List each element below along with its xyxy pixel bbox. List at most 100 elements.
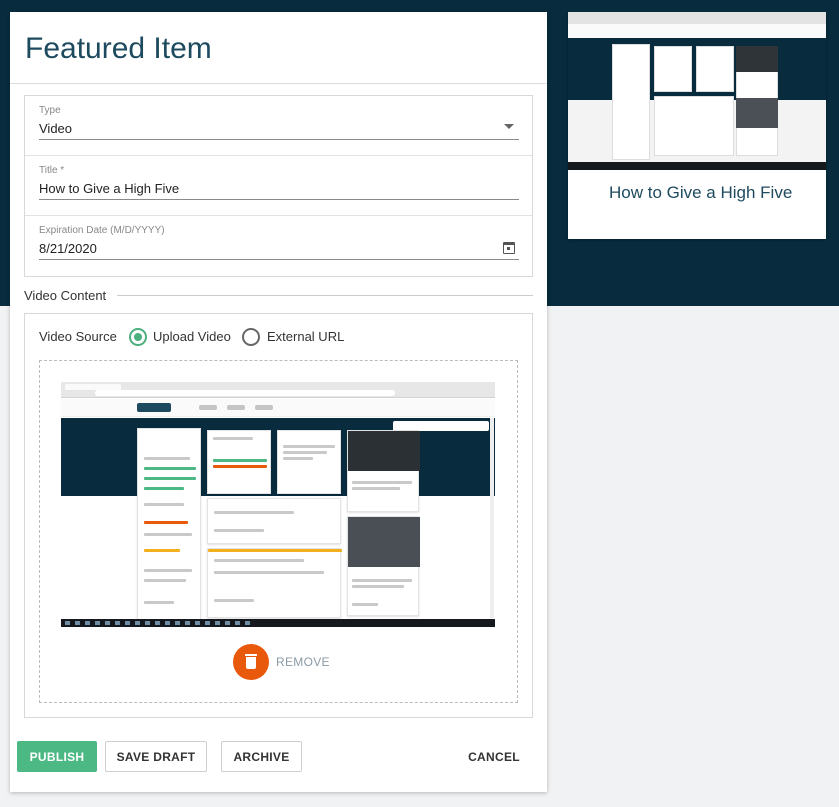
expiration-underline (39, 259, 519, 260)
preview-bar (144, 521, 188, 524)
title-underline (39, 199, 519, 200)
expiration-label: Expiration Date (M/D/YYYY) (39, 225, 165, 236)
video-content-section: Video Source Upload Video External URL R… (24, 313, 533, 718)
preview-taskbar-icon (155, 621, 160, 625)
preview-line (144, 579, 186, 582)
preview-bar (144, 487, 184, 490)
thumbnail-browser-bar (568, 12, 826, 24)
preview-taskbar-icon (245, 621, 250, 625)
type-underline (39, 139, 519, 140)
preview-thumbnail (568, 12, 826, 170)
preview-line (352, 481, 412, 484)
preview-taskbar-icon (105, 621, 110, 625)
thumbnail-card (654, 46, 692, 92)
item-form: Type Video Title * How to Give a High Fi… (24, 95, 533, 277)
preview-line (214, 599, 254, 602)
preview-bar (213, 465, 267, 468)
video-preview (61, 382, 495, 627)
preview-taskbar-icon (85, 621, 90, 625)
video-content-label: Video Content (24, 288, 107, 303)
calendar-icon[interactable] (503, 242, 515, 254)
preview-logo (137, 403, 171, 412)
type-label: Type (39, 105, 61, 116)
dialog-title: Featured Item (25, 32, 212, 65)
external-url-radio[interactable] (242, 328, 260, 346)
preview-photo (348, 431, 420, 471)
save-draft-button[interactable]: SAVE DRAFT (105, 741, 207, 772)
preview-line (214, 571, 324, 574)
preview-line (144, 569, 192, 572)
remove-video-button[interactable] (233, 644, 269, 680)
external-url-label[interactable]: External URL (267, 329, 344, 344)
preview-line (144, 601, 174, 604)
title-label: Title * (39, 165, 65, 176)
preview-line (352, 579, 412, 582)
preview-taskbar-icon (205, 621, 210, 625)
preview-bar (208, 549, 342, 552)
preview-taskbar-icon (235, 621, 240, 625)
expiration-input[interactable]: 8/21/2020 (39, 241, 97, 256)
featured-item-preview-card[interactable]: How to Give a High Five (568, 12, 826, 239)
preview-scrollbar (490, 418, 494, 618)
preview-taskbar-icon (215, 621, 220, 625)
preview-card (207, 498, 341, 544)
type-select[interactable]: Type Video (25, 96, 532, 156)
title-input[interactable]: How to Give a High Five (39, 181, 179, 196)
preview-taskbar-icon (65, 621, 70, 625)
featured-item-dialog: Featured Item Type Video Title * How to … (10, 12, 547, 792)
preview-taskbar-icon (165, 621, 170, 625)
preview-line (352, 487, 400, 490)
preview-url-bar (95, 390, 395, 396)
thumbnail-photo (736, 98, 778, 128)
thumbnail-card (654, 96, 734, 156)
preview-taskbar-icon (125, 621, 130, 625)
remove-label[interactable]: REMOVE (276, 655, 330, 669)
upload-video-label[interactable]: Upload Video (153, 329, 231, 344)
cancel-button[interactable]: CANCEL (460, 741, 528, 772)
preview-nav-item (255, 405, 273, 410)
preview-taskbar (61, 619, 495, 627)
preview-taskbar-icon (145, 621, 150, 625)
preview-card (347, 430, 420, 512)
video-source-label: Video Source (39, 329, 117, 344)
preview-taskbar-icon (115, 621, 120, 625)
thumbnail-card (612, 44, 650, 160)
title-divider (10, 83, 547, 84)
preview-line (214, 529, 264, 532)
preview-photo (348, 517, 420, 567)
archive-button[interactable]: ARCHIVE (221, 741, 302, 772)
thumbnail-photo (736, 46, 778, 72)
preview-taskbar-icon (95, 621, 100, 625)
preview-browser-bar (61, 382, 495, 398)
preview-line (352, 603, 378, 606)
preview-taskbar-icon (195, 621, 200, 625)
title-field[interactable]: Title * How to Give a High Five (25, 156, 532, 216)
preview-card (207, 548, 342, 618)
preview-taskbar-icon (185, 621, 190, 625)
video-content-divider (117, 295, 533, 296)
preview-nav-item (199, 405, 217, 410)
preview-bar (144, 477, 196, 480)
preview-card (347, 516, 420, 616)
preview-taskbar-icon (175, 621, 180, 625)
preview-bar (144, 467, 196, 470)
type-value[interactable]: Video (39, 121, 72, 136)
preview-line (213, 437, 253, 440)
preview-line (214, 511, 294, 514)
video-dropzone[interactable]: REMOVE (39, 360, 518, 703)
preview-line (214, 559, 304, 562)
preview-line (144, 457, 190, 460)
preview-card (207, 430, 271, 494)
expiration-date-field[interactable]: Expiration Date (M/D/YYYY) 8/21/2020 (25, 216, 532, 276)
thumbnail-taskbar (568, 162, 826, 170)
chevron-down-icon[interactable] (504, 124, 514, 129)
preview-card (277, 430, 341, 494)
thumbnail-card (696, 46, 734, 92)
preview-line (144, 533, 192, 536)
preview-bar (144, 549, 180, 552)
upload-video-radio[interactable] (129, 328, 147, 346)
preview-card-title: How to Give a High Five (609, 183, 793, 202)
thumbnail-app-nav (568, 24, 826, 38)
publish-button[interactable]: PUBLISH (17, 741, 97, 772)
preview-taskbar-icon (75, 621, 80, 625)
